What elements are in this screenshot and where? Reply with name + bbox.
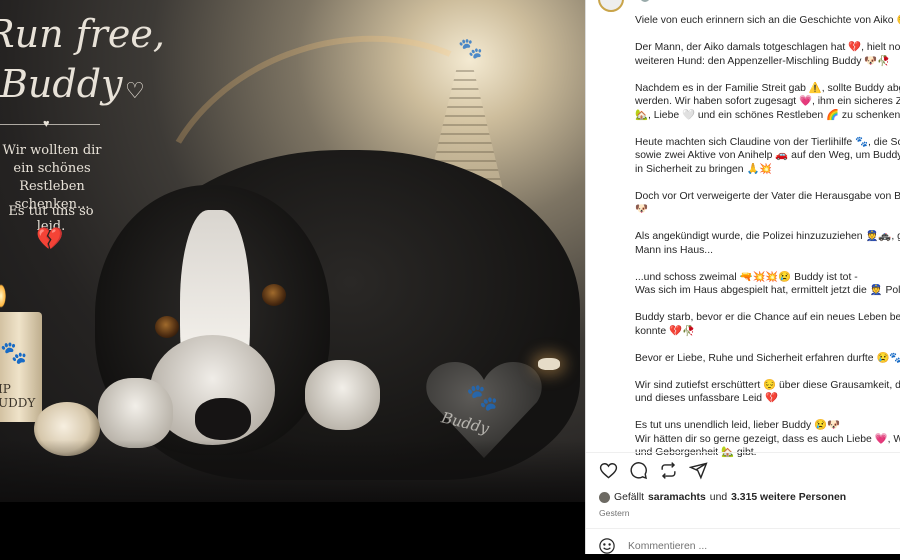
caption-line: Doch vor Ort verweigerte der Vater die H…	[635, 190, 900, 202]
caption-line: Als angekündigt wurde, die Polizei hinzu…	[635, 231, 900, 242]
paw-icon: 🐾	[0, 340, 28, 365]
candle-flame	[0, 284, 6, 308]
image-title-line2: Buddy	[0, 62, 123, 106]
candle-text: IP UDDY	[0, 382, 36, 410]
caption-line: Es tut uns unendlich leid, lieber Buddy …	[635, 420, 840, 431]
heart-icon: ♥	[43, 118, 50, 130]
caption-line: Wir hätten dir so gerne gezeigt, dass es…	[635, 433, 900, 445]
likes-count[interactable]: 3.315 weitere Personen	[731, 492, 846, 503]
comment-bar	[598, 537, 828, 555]
liker-username[interactable]: saramachts	[648, 492, 706, 503]
dog-eye	[262, 284, 286, 306]
post-caption: Viele von euch erinnern sich an die Gesc…	[635, 14, 900, 473]
caption-line: Wir sind zutiefst erschüttert 😔 über die…	[635, 379, 900, 391]
likes-summary: Gefällt saramachts und 3.315 weitere Per…	[599, 492, 846, 503]
dog-paw	[305, 360, 380, 430]
emoji-icon[interactable]	[598, 537, 616, 555]
avatar	[640, 0, 650, 2]
post-actions	[598, 460, 708, 480]
caption-line: sowie zwei Aktive von Anihelp 🚗 auf den …	[635, 150, 900, 161]
dog-nose	[195, 398, 251, 440]
caption-line: 🏡, Liebe 🤍 und ein schönes Restleben 🌈 z…	[635, 109, 900, 121]
caption-line: Bevor er Liebe, Ruhe und Sicherheit erfa…	[635, 352, 900, 364]
share-icon[interactable]	[688, 460, 708, 480]
post-image[interactable]: 🐾 Run free, Buddy ♡ ♥ Wir wollten dir ei…	[0, 0, 585, 502]
divider	[0, 124, 100, 125]
caption-line: Buddy starb, bevor er die Chance auf ein…	[635, 312, 900, 323]
repost-icon[interactable]	[658, 460, 678, 480]
broken-heart-icon: 💔	[36, 226, 64, 251]
caption-line: Der Mann, der Aiko damals totgeschlagen …	[635, 42, 900, 53]
post-side-panel: Viele von euch erinnern sich an die Gesc…	[585, 0, 900, 554]
dog-eye	[155, 316, 179, 338]
comment-input[interactable]	[628, 540, 828, 552]
post-timestamp[interactable]: Gestern	[599, 508, 630, 518]
caption-line: Mann ins Haus...	[635, 244, 713, 256]
caption-line: ...und schoss zweimal 🔫💥💥😢 Buddy ist tot…	[635, 271, 858, 283]
paw-icon: 🐾	[458, 38, 483, 60]
caption-line: werden. Wir haben sofort zugesagt 💗, ihm…	[635, 96, 900, 107]
comment-icon[interactable]	[628, 460, 648, 480]
tealight	[538, 358, 560, 370]
paw-icon: 🐾	[466, 382, 499, 412]
heart-icon[interactable]	[598, 460, 618, 480]
caption-line: 🐶	[635, 204, 648, 215]
dog-paw	[98, 378, 173, 448]
caption-line: Heute machten sich Claudine von der Tier…	[635, 136, 900, 148]
divider	[586, 528, 900, 529]
caption-line: in Sicherheit zu bringen 🙏💥	[635, 163, 773, 175]
caption-line: und dieses unfassbare Leid 💔	[635, 393, 778, 404]
caption-line: Nachdem es in der Familie Streit gab ⚠️,…	[635, 82, 900, 94]
caption-line: Was sich im Haus abgespielt hat, ermitte…	[635, 285, 900, 296]
heart-outline-icon: ♡	[125, 78, 145, 103]
caption-line: konnte 💔🥀	[635, 325, 695, 337]
image-title-line1: Run free,	[0, 12, 165, 56]
avatar[interactable]	[598, 0, 624, 12]
avatar	[599, 492, 610, 503]
caption-line: Viele von euch erinnern sich an die Gesc…	[635, 15, 900, 26]
caption-line: weiteren Hund: den Appenzeller-Mischling…	[635, 55, 891, 67]
divider	[586, 452, 900, 453]
